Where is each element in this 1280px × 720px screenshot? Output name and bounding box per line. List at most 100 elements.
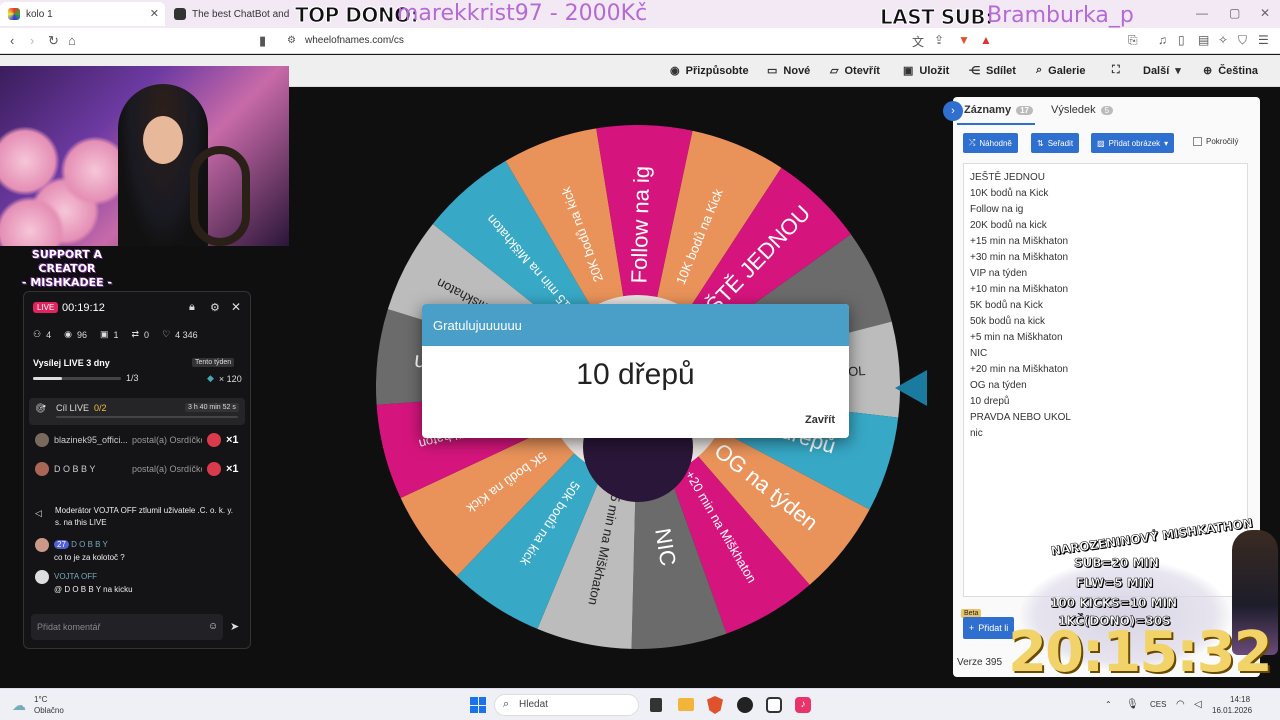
app-icon[interactable] (766, 697, 782, 713)
brave-shield-icon[interactable]: ▼ (958, 33, 970, 47)
back-icon[interactable]: ‹ (10, 33, 14, 48)
plus-icon: + (969, 623, 975, 633)
tab-kolo[interactable]: kolo 1 ✕ (0, 2, 165, 26)
translate-icon[interactable]: 文 (912, 33, 924, 50)
support-creator-caption: SUPPORT A CREATOR - MISHKADEE - (2, 248, 132, 290)
add-entry-button[interactable]: + Přidat li (963, 617, 1015, 639)
forward-icon[interactable]: › (30, 33, 34, 48)
new-label: Nové (783, 64, 811, 77)
system-message: Moderátor VOJTA OFF ztlumil uživatele .C… (55, 506, 233, 527)
vpn-icon[interactable]: ⛉ (1238, 33, 1247, 48)
live-panel: LIVE 00:19:12 🔒︎ ⚙ ✕ ⚇ 4 ◉ 96 ▣ 1 ⇄ 0 ♡ 4 346… (23, 291, 251, 649)
more-button[interactable]: Další ▾ (1143, 64, 1181, 78)
mic-icon[interactable]: 🎙︎ (1126, 699, 1139, 710)
share-button[interactable]: ⋲ Sdílet (969, 64, 1016, 78)
stat-users: 4 (46, 329, 52, 340)
dialog-close-button[interactable]: Zavřít (805, 414, 835, 426)
url-input[interactable]: wheelofnames.com/cs (305, 35, 404, 46)
shuffle-button[interactable]: ⤮ Náhodně (963, 133, 1018, 153)
goal-reward-label: × 120 (218, 373, 242, 384)
close-icon[interactable]: ✕ (231, 300, 241, 314)
windows-start-icon[interactable] (470, 697, 486, 713)
tab-results[interactable]: Výsledek 5 (1051, 104, 1114, 116)
stat-gifts: 1 (113, 329, 119, 340)
stat-likes: 4 346 (175, 329, 198, 340)
share-icon[interactable]: ⇪ (934, 33, 944, 47)
fullscreen-button[interactable]: ⛶ (1112, 64, 1120, 77)
advanced-label: Pokročilý (1206, 137, 1239, 146)
top-dono-value: marekkrist97 - 2000Kč (397, 1, 648, 26)
file-explorer-icon[interactable] (678, 698, 694, 711)
site-info-icon[interactable]: ⚙ (287, 35, 296, 46)
bookmark-icon[interactable]: ▮ (259, 33, 266, 49)
gallery-label: Galerie (1048, 64, 1086, 77)
tab-chatbot[interactable]: The best ChatBot and Widgets (166, 2, 296, 26)
wheel-favicon-icon (8, 8, 20, 20)
comment-input[interactable]: Přidat komentář (31, 614, 223, 640)
sort-button[interactable]: ⇅ Seřadit (1031, 133, 1080, 153)
brave-browser-icon[interactable] (707, 696, 723, 714)
avatar (35, 462, 49, 476)
tab-entries[interactable]: Záznamy 17 (964, 104, 1033, 116)
entry-line: nic (970, 428, 983, 439)
gift-count: ×1 (226, 434, 239, 446)
users-icon: ⚇ (33, 329, 42, 339)
last-sub-value: Bramburka_p (987, 3, 1134, 28)
rewards-icon[interactable]: ▲ (980, 33, 992, 47)
maximize-icon[interactable]: ▢ (1229, 6, 1240, 20)
palette-icon: ◉ (670, 65, 680, 77)
save-button[interactable]: ▣ Uložit (903, 64, 950, 78)
home-icon[interactable]: ⌂ (68, 33, 76, 48)
minimize-icon[interactable]: — (1196, 6, 1208, 20)
new-button[interactable]: ▭ Nové (767, 64, 811, 78)
reload-icon[interactable]: ↻ (48, 33, 59, 49)
goal-progress-fill (33, 377, 63, 380)
goal-tag: Tento týden (192, 358, 235, 367)
dialog-title: Gratulujuuuuuu (422, 304, 849, 346)
collapse-icon[interactable]: › (943, 101, 963, 121)
lock-icon[interactable]: 🔒︎ (189, 301, 195, 314)
open-button[interactable]: ▱ Otevřít (830, 64, 880, 78)
leo-icon[interactable]: ✧ (1218, 33, 1228, 47)
sort-label: Seřadit (1047, 138, 1074, 148)
add-image-button[interactable]: ▨ Přidat obrázek ▾ (1091, 133, 1175, 153)
gem-icon: ◆ (207, 373, 214, 383)
save-label: Uložit (919, 64, 950, 77)
chevron-up-icon[interactable]: ⌃ (1105, 700, 1112, 709)
taskbar-search[interactable]: ⌕ Hledat (494, 694, 639, 716)
shuffle-icon: ⤮ (969, 138, 976, 147)
target-icon: 🎯︎ (35, 403, 47, 413)
screenshot-icon[interactable]: ⎘ (1128, 33, 1138, 48)
address-bar: ‹ › ↻ ⌂ ▮ ⚙ wheelofnames.com/cs 文 ⇪ ▼ ▲ … (0, 28, 1280, 54)
volume-icon[interactable]: ◁ (1194, 699, 1202, 710)
language-button[interactable]: ⊕ Čeština (1203, 64, 1258, 78)
wallet-icon[interactable]: ▤ (1198, 33, 1209, 47)
sidebar-icon[interactable]: ▯ (1178, 33, 1185, 47)
wifi-icon[interactable]: ◠ (1176, 699, 1185, 710)
language-indicator[interactable]: CES (1150, 700, 1166, 709)
tab-results-label: Výsledek (1051, 104, 1096, 116)
menu-icon[interactable]: ☰ (1258, 33, 1269, 47)
avatar (35, 538, 49, 552)
tiktok-icon[interactable]: ♪ (795, 697, 811, 713)
gift-icon: ▣ (99, 329, 109, 339)
close-tab-icon[interactable]: ✕ (150, 7, 159, 20)
task-view-icon[interactable] (650, 698, 662, 712)
chevron-down-icon: ▾ (1164, 138, 1169, 148)
settings-icon[interactable]: ⚙ (210, 301, 220, 314)
add-entry-label: Přidat li (978, 623, 1009, 633)
emoji-icon[interactable]: ☺ (208, 621, 218, 632)
customize-button[interactable]: ◉ Přizpůsobte (670, 64, 749, 78)
advanced-checkbox[interactable]: Pokročilý (1193, 137, 1238, 146)
gallery-button[interactable]: ⌕ Galerie (1036, 64, 1085, 77)
gift-count: ×1 (226, 463, 239, 475)
send-icon[interactable]: ➤ (230, 620, 239, 633)
folder-icon: ▱ (830, 65, 839, 77)
goal-progress-bar (33, 377, 121, 380)
close-window-icon[interactable]: ✕ (1260, 6, 1270, 20)
obs-icon[interactable] (737, 697, 753, 713)
cil-live-box[interactable]: 🎯︎ Cíl LIVE 0/2 3 h 40 min 52 s (29, 398, 245, 425)
music-icon[interactable]: ♫ (1158, 33, 1167, 47)
cil-value: 0/2 (94, 403, 107, 413)
globe-icon: ⊕ (1203, 65, 1213, 77)
